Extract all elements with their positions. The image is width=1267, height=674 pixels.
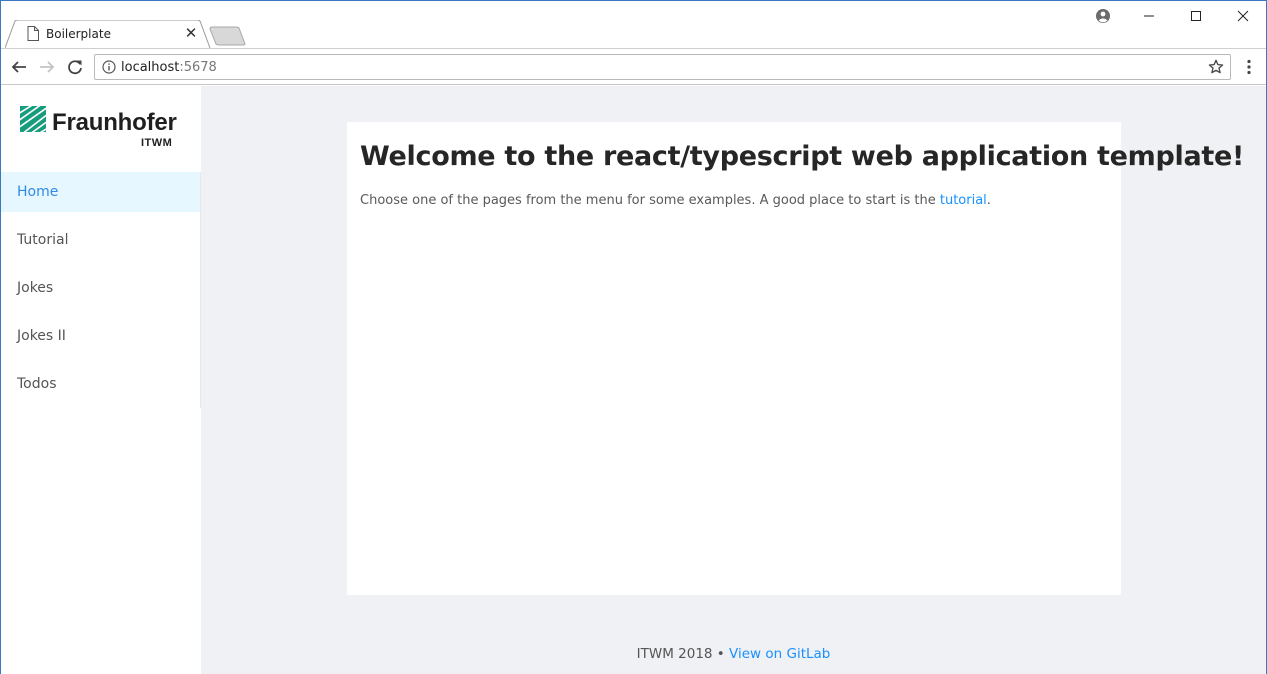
footer-text: ITWM 2018 • [636, 646, 730, 662]
page-viewport: Fraunhofer ITWM Home Tutorial Jokes Joke… [1, 86, 1266, 674]
reload-button[interactable] [65, 57, 85, 77]
close-icon [1237, 10, 1248, 22]
back-button[interactable] [9, 57, 29, 77]
document-icon [27, 26, 39, 41]
address-bar[interactable]: localhost:5678 [94, 54, 1231, 80]
browser-toolbar: localhost:5678 [1, 48, 1266, 85]
maximize-icon [1190, 11, 1201, 21]
sidebar-item-tutorial[interactable]: Tutorial [1, 220, 200, 268]
forward-button[interactable] [37, 57, 57, 77]
sidebar-item-jokes[interactable]: Jokes [1, 268, 200, 316]
reload-icon [68, 60, 82, 75]
maximize-button[interactable] [1172, 1, 1219, 31]
intro-text-lead: Choose one of the pages from the menu fo… [360, 193, 940, 208]
sidebar-menu: Home Tutorial Jokes Jokes II Todos [1, 172, 201, 408]
arrow-right-icon [40, 61, 55, 73]
gitlab-link[interactable]: View on GitLab [729, 646, 830, 662]
url-host: localhost [121, 60, 180, 75]
bookmark-star-icon[interactable] [1208, 59, 1224, 75]
browser-window: Boilerplate ✕ localhost:5678 Fraunhofer … [0, 0, 1267, 674]
tab-strip: Boilerplate ✕ [1, 1, 1266, 48]
window-controls [1125, 1, 1266, 31]
tutorial-link[interactable]: tutorial [940, 193, 987, 208]
intro-text-end: . [986, 193, 991, 208]
sidebar: Fraunhofer ITWM Home Tutorial Jokes Joke… [1, 86, 201, 674]
url-text[interactable]: localhost:5678 [121, 59, 217, 76]
tab-close-icon[interactable]: ✕ [182, 24, 200, 42]
info-icon[interactable] [102, 60, 116, 74]
sidebar-item-todos[interactable]: Todos [1, 364, 200, 412]
minimize-button[interactable] [1125, 1, 1172, 31]
logo-wordmark: Fraunhofer [52, 109, 177, 136]
more-vert-icon[interactable] [1240, 58, 1258, 76]
fraunhofer-mark-icon [20, 106, 46, 132]
minimize-icon [1143, 15, 1154, 17]
url-port: :5678 [179, 60, 217, 75]
logo-subtitle: ITWM [141, 137, 173, 149]
tab-boilerplate[interactable]: Boilerplate ✕ [5, 20, 211, 48]
sidebar-item-jokes-ii[interactable]: Jokes II [1, 316, 200, 364]
fraunhofer-logo[interactable]: Fraunhofer ITWM [20, 105, 180, 151]
profile-icon[interactable] [1094, 7, 1112, 25]
tab-title: Boilerplate [46, 27, 111, 41]
close-window-button[interactable] [1219, 1, 1266, 31]
content-card: Welcome to the react/typescript web appl… [347, 122, 1244, 595]
intro-text: Choose one of the pages from the menu fo… [360, 192, 991, 210]
page-title: Welcome to the react/typescript web appl… [360, 141, 1245, 172]
sidebar-item-home[interactable]: Home [1, 172, 200, 212]
arrow-left-icon [11, 61, 26, 73]
page-footer: ITWM 2018 • View on GitLab [201, 645, 1266, 663]
new-tab-button[interactable] [209, 26, 247, 46]
